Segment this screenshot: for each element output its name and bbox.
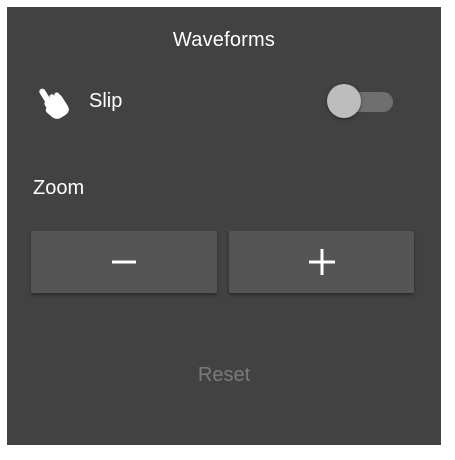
panel-title: Waveforms [172,29,276,51]
zoom-out-button[interactable] [31,231,217,293]
minus-icon [112,260,136,264]
slip-label: Slip [89,90,123,112]
hand-pointer-icon [33,83,73,123]
waveforms-panel: Waveforms Slip Zoom Reset [7,7,441,445]
slip-row: Slip [7,81,441,121]
reset-button[interactable]: Reset [7,364,441,387]
zoom-in-button[interactable] [229,231,414,293]
plus-icon [308,249,335,275]
slip-toggle[interactable] [323,83,397,119]
toggle-knob [327,84,361,118]
zoom-label: Zoom [33,177,85,199]
